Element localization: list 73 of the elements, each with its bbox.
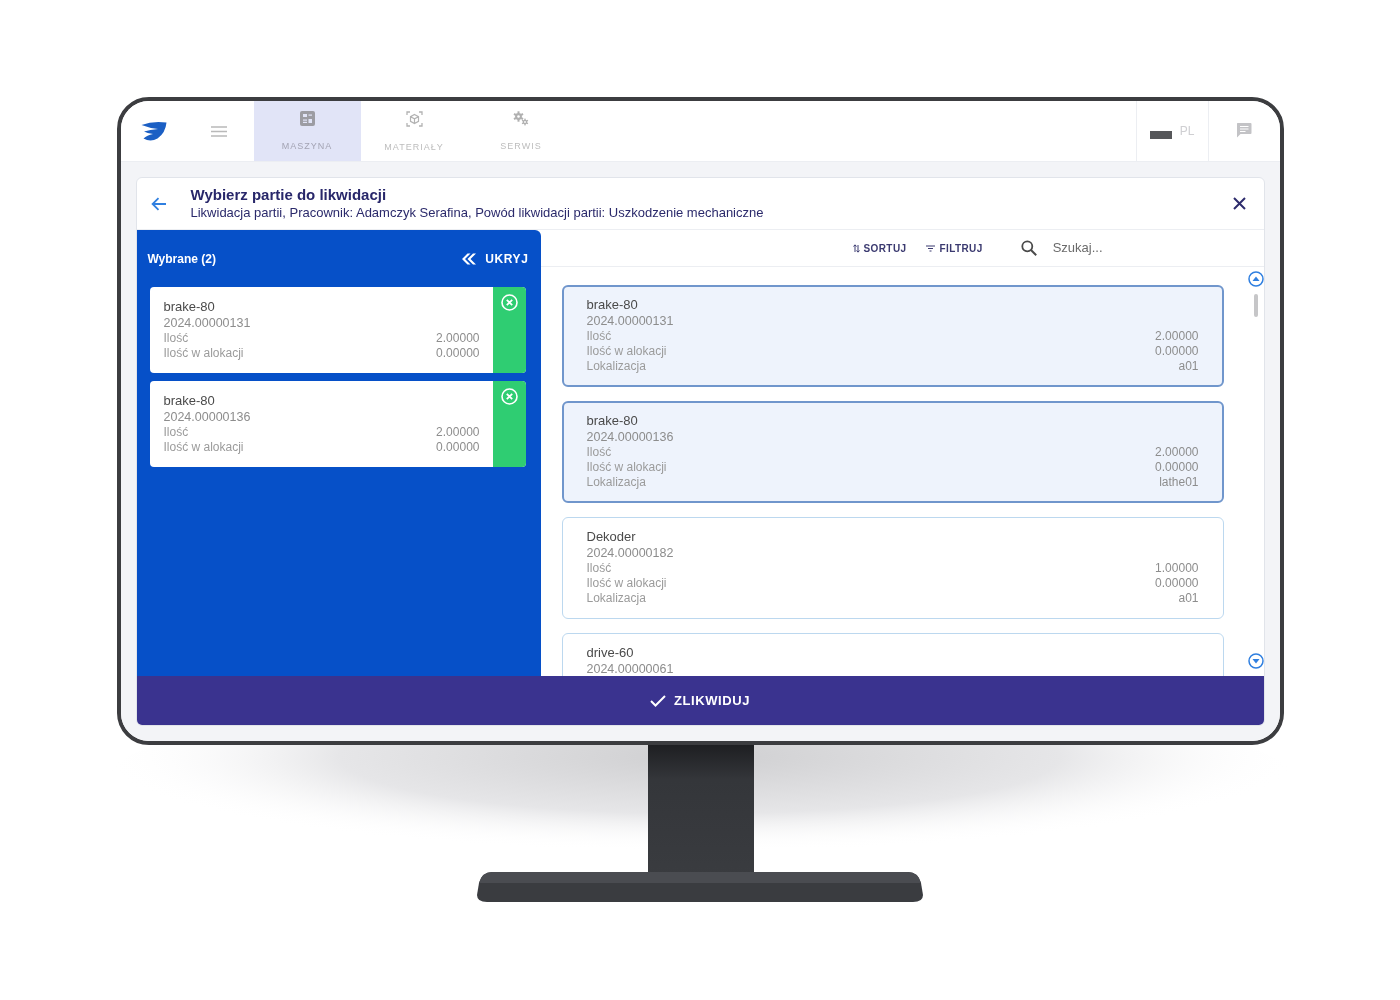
field-label: Ilość (586, 445, 612, 460)
close-icon (1232, 197, 1246, 210)
scroll-down-icon[interactable] (1247, 653, 1264, 669)
batch-name: brake-80 (163, 299, 216, 315)
remove-button[interactable] (492, 287, 526, 373)
hide-button[interactable]: UKRYJ (461, 249, 529, 268)
field-value: a01 (1178, 591, 1199, 606)
batch-name: brake-80 (163, 393, 216, 409)
field-label: Lokalizacja (586, 475, 646, 490)
circle-x-icon (500, 294, 518, 311)
field-label: Lokalizacja (586, 359, 646, 374)
batch-name: brake-80 (586, 413, 639, 429)
batch-number: 2024.00000131 (586, 313, 675, 329)
field-value: lathe01 (1159, 475, 1199, 490)
field-label: Ilość (163, 331, 189, 346)
field-label: Ilość w alokacji (586, 460, 667, 475)
double-chevron-left-icon (461, 252, 477, 265)
field-value: 0.00000 (1155, 576, 1199, 591)
confirm-button[interactable]: ZLIKWIDUJ (136, 676, 1264, 725)
circle-x-icon (500, 388, 518, 405)
gears-icon (513, 111, 529, 126)
filter-icon (926, 244, 936, 252)
field-label: Ilość (163, 425, 189, 440)
field-value: 1.00000 (1155, 561, 1199, 576)
field-value: 0.00000 (1155, 344, 1199, 359)
batch-number: 2024.00000131 (163, 315, 252, 331)
batch-number: 2024.00000136 (586, 429, 675, 445)
close-button[interactable] (1232, 197, 1246, 210)
menu-icon (210, 125, 227, 137)
field-value: 2.00000 (1155, 329, 1199, 344)
batch-card[interactable]: Dekoder 2024.00000182 Ilość 1.00000 Ilość w alokacji 0.00000 Lokalizacja a01 (561, 517, 1224, 619)
back-button[interactable] (150, 196, 167, 211)
sort-button[interactable]: SORTUJ (852, 240, 907, 256)
field-value: 2.00000 (436, 331, 480, 346)
field-value: 0.00000 (436, 440, 480, 455)
dialog-title: Wybierz partie do likwidacji (190, 185, 388, 204)
field-value: a01 (1178, 359, 1199, 374)
search-icon (1020, 240, 1037, 256)
check-icon (649, 694, 666, 707)
chat-icon (1236, 122, 1252, 138)
field-label: Ilość w alokacji (163, 440, 244, 455)
batch-number: 2024.00000061 (586, 661, 675, 676)
batch-card[interactable]: drive-60 2024.00000061 (561, 633, 1224, 676)
arrow-left-icon (150, 196, 167, 211)
field-value: 2.00000 (1155, 445, 1199, 460)
dashboard-icon (299, 111, 315, 126)
batch-number: 2024.00000136 (163, 409, 252, 425)
flag-icon (1149, 131, 1172, 139)
field-label: Ilość w alokacji (586, 576, 667, 591)
field-value: 0.00000 (1155, 460, 1199, 475)
filter-button[interactable]: FILTRUJ (926, 240, 983, 256)
dialog-subtitle: Likwidacja partii, Pracownik: Adamczyk Serafina, Powód likwidacji partii: Uszkodzenie mechaniczne (190, 204, 764, 222)
panel-title: Wybrane (2) (147, 250, 216, 268)
sort-icon (852, 243, 860, 253)
cube-icon (405, 111, 423, 127)
batch-name: drive-60 (586, 645, 635, 661)
scrollbar-thumb[interactable] (1253, 294, 1258, 317)
field-label: Ilość (586, 329, 612, 344)
batch-number: 2024.00000182 (586, 545, 675, 561)
batch-name: Dekoder (586, 529, 637, 545)
remove-button[interactable] (492, 381, 526, 467)
field-value: 0.00000 (436, 346, 480, 361)
field-label: Ilość w alokacji (163, 346, 244, 361)
field-label: Ilość w alokacji (586, 344, 667, 359)
batch-card[interactable]: brake-80 2024.00000136 Ilość 2.00000 Ilość w alokacji 0.00000 Lokalizacja lathe01 (561, 401, 1224, 503)
field-value: 2.00000 (436, 425, 480, 440)
field-label: Lokalizacja (586, 591, 646, 606)
field-label: Ilość (586, 561, 612, 576)
batch-card[interactable]: brake-80 2024.00000131 Ilość 2.00000 Ilość w alokacji 0.00000 Lokalizacja a01 (561, 285, 1224, 387)
logo-icon (140, 120, 167, 142)
search-field[interactable]: Szukaj... (1052, 238, 1213, 258)
batch-name: brake-80 (586, 297, 639, 313)
scroll-up-icon[interactable] (1247, 271, 1264, 287)
